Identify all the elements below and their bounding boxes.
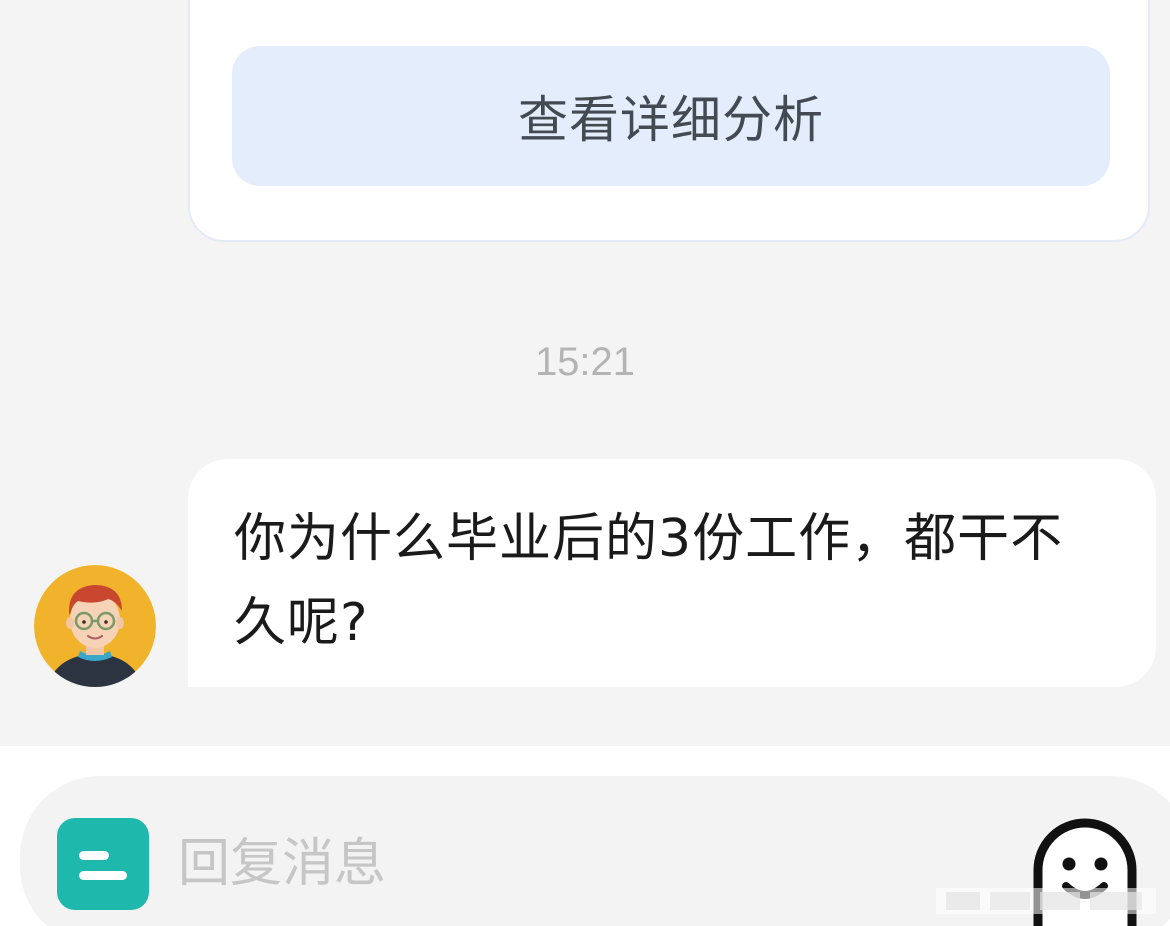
app-logo-bar-top <box>79 851 109 860</box>
chat-screen: 查看详细分析 15:21 你为什么毕业后的3份工作，都干不久呢? 回复消息 <box>0 0 1170 926</box>
app-logo-icon[interactable] <box>57 818 149 910</box>
watermark-graphic <box>936 888 1156 914</box>
incoming-message-bubble[interactable]: 你为什么毕业后的3份工作，都干不久呢? <box>188 459 1156 687</box>
message-timestamp: 15:21 <box>534 340 636 384</box>
app-logo-bar-bottom <box>79 871 127 880</box>
reply-message-input[interactable] <box>178 826 938 902</box>
message-text: 你为什么毕业后的3份工作，都干不久呢? <box>234 509 1064 653</box>
avatar-man-with-glasses-icon <box>34 565 156 687</box>
analysis-card: 查看详细分析 <box>188 0 1150 242</box>
avatar[interactable] <box>34 565 156 687</box>
view-detailed-analysis-button[interactable]: 查看详细分析 <box>232 46 1110 186</box>
